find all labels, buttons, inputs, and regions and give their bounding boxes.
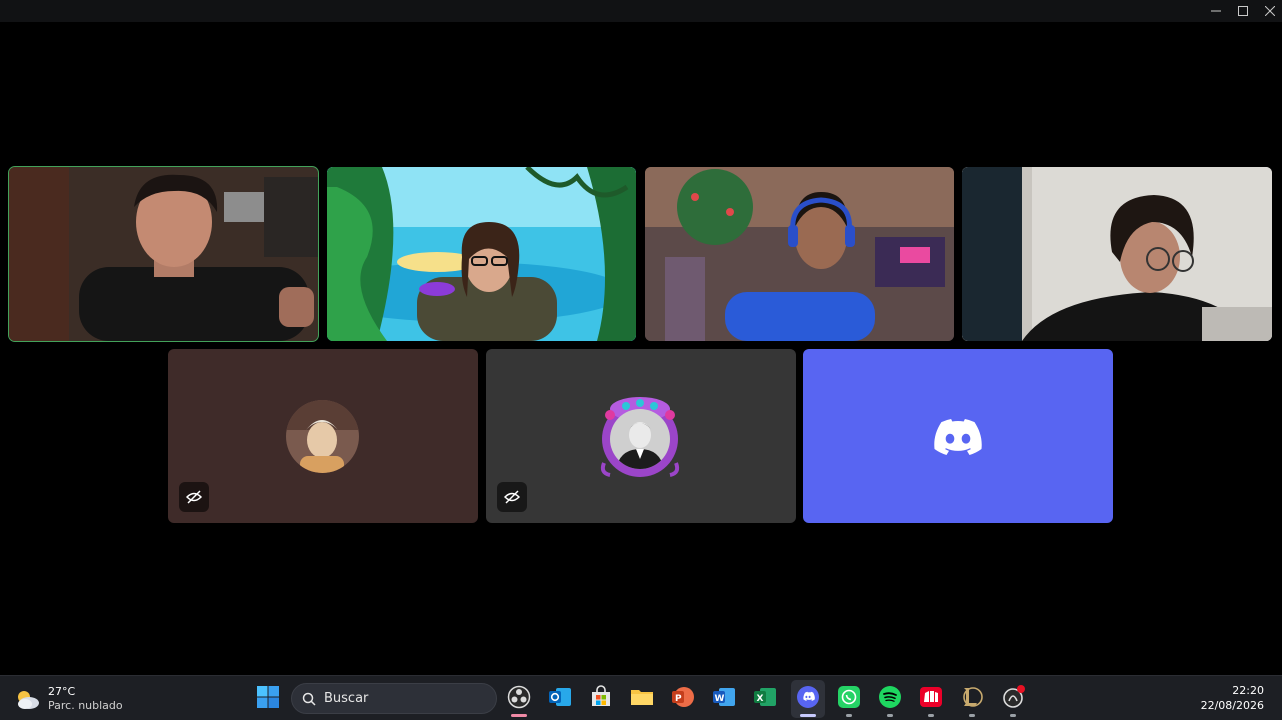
weather-temperature: 27°C [48, 685, 76, 698]
user-avatar [610, 409, 670, 469]
running-indicator [511, 714, 527, 717]
webcam-feed [645, 167, 954, 341]
system-clock[interactable]: 22:20 22/08/2026 [1201, 683, 1264, 713]
start-button[interactable] [256, 685, 280, 709]
whatsapp-icon [838, 686, 860, 708]
taskbar-app-store[interactable] [589, 685, 613, 709]
avatar-tile-1[interactable] [168, 349, 478, 523]
taskbar-app-file-explorer[interactable] [630, 685, 654, 709]
league-icon [963, 687, 983, 707]
maximize-icon [1238, 6, 1248, 16]
obs-icon [507, 685, 531, 709]
file-explorer-icon [631, 690, 653, 705]
excel-icon: X [754, 688, 776, 706]
outlook-icon [549, 688, 571, 706]
svg-text:P: P [675, 694, 682, 704]
word-icon: W [713, 688, 735, 706]
taskbar-app-league[interactable] [960, 685, 984, 709]
discord-call-window: 27°C Parc. nublado Buscar P W X 22:20 22… [0, 0, 1282, 720]
powerpoint-icon: P [672, 687, 694, 707]
taskbar-app-powerpoint[interactable]: P [671, 685, 695, 709]
webcam-feed [9, 167, 318, 341]
webcam-feed [327, 167, 636, 341]
start-icon [257, 686, 279, 708]
running-indicator [887, 714, 893, 717]
weather-description: Parc. nublado [48, 699, 123, 712]
discord-logo-icon [934, 419, 982, 455]
overwolf-icon [1003, 685, 1025, 708]
taskbar-app-outlook[interactable] [548, 685, 572, 709]
taskbar-app-whatsapp[interactable] [837, 685, 861, 709]
partly-cloudy-icon [18, 691, 39, 709]
webcam-feed [962, 167, 1272, 341]
taskbar: 27°C Parc. nublado Buscar P W X 22:20 22… [0, 675, 1282, 720]
riot-client-icon [920, 687, 942, 707]
minimize-icon [1211, 10, 1221, 12]
clock-time: 22:20 [1232, 684, 1264, 697]
taskbar-app-discord[interactable] [796, 685, 820, 709]
close-button[interactable] [1253, 0, 1282, 22]
running-indicator [1010, 714, 1016, 717]
spotify-icon [879, 686, 901, 708]
taskbar-app-riot-client[interactable] [919, 685, 943, 709]
discord-icon [797, 686, 819, 708]
search-label: Buscar [324, 691, 369, 706]
camera-off-badge [497, 482, 527, 512]
running-indicator [800, 714, 816, 717]
title-bar [0, 0, 1282, 22]
video-tile-1[interactable] [8, 166, 319, 342]
camera-off-badge [179, 482, 209, 512]
taskbar-app-obs[interactable] [507, 685, 531, 709]
user-avatar [286, 400, 359, 473]
taskbar-app-spotify[interactable] [878, 685, 902, 709]
weather-widget[interactable]: 27°C Parc. nublado [14, 681, 123, 717]
camera-off-icon [504, 490, 520, 504]
running-indicator [928, 714, 934, 717]
video-tile-3[interactable] [645, 167, 954, 341]
camera-off-icon [186, 490, 202, 504]
running-indicator [846, 714, 852, 717]
search-icon [302, 692, 316, 706]
svg-text:W: W [715, 694, 725, 704]
store-icon [592, 685, 610, 706]
taskbar-search[interactable]: Buscar [291, 683, 497, 714]
taskbar-app-excel[interactable]: X [753, 685, 777, 709]
discord-placeholder-tile[interactable] [803, 349, 1113, 523]
close-icon [1265, 6, 1275, 16]
taskbar-app-word[interactable]: W [712, 685, 736, 709]
running-indicator [969, 714, 975, 717]
taskbar-app-overwolf[interactable] [1001, 685, 1025, 709]
video-tile-2[interactable] [327, 167, 636, 341]
avatar-tile-2[interactable] [486, 349, 796, 523]
clock-date: 22/08/2026 [1200, 699, 1264, 712]
video-tile-4[interactable] [962, 167, 1272, 341]
svg-text:X: X [757, 694, 764, 704]
